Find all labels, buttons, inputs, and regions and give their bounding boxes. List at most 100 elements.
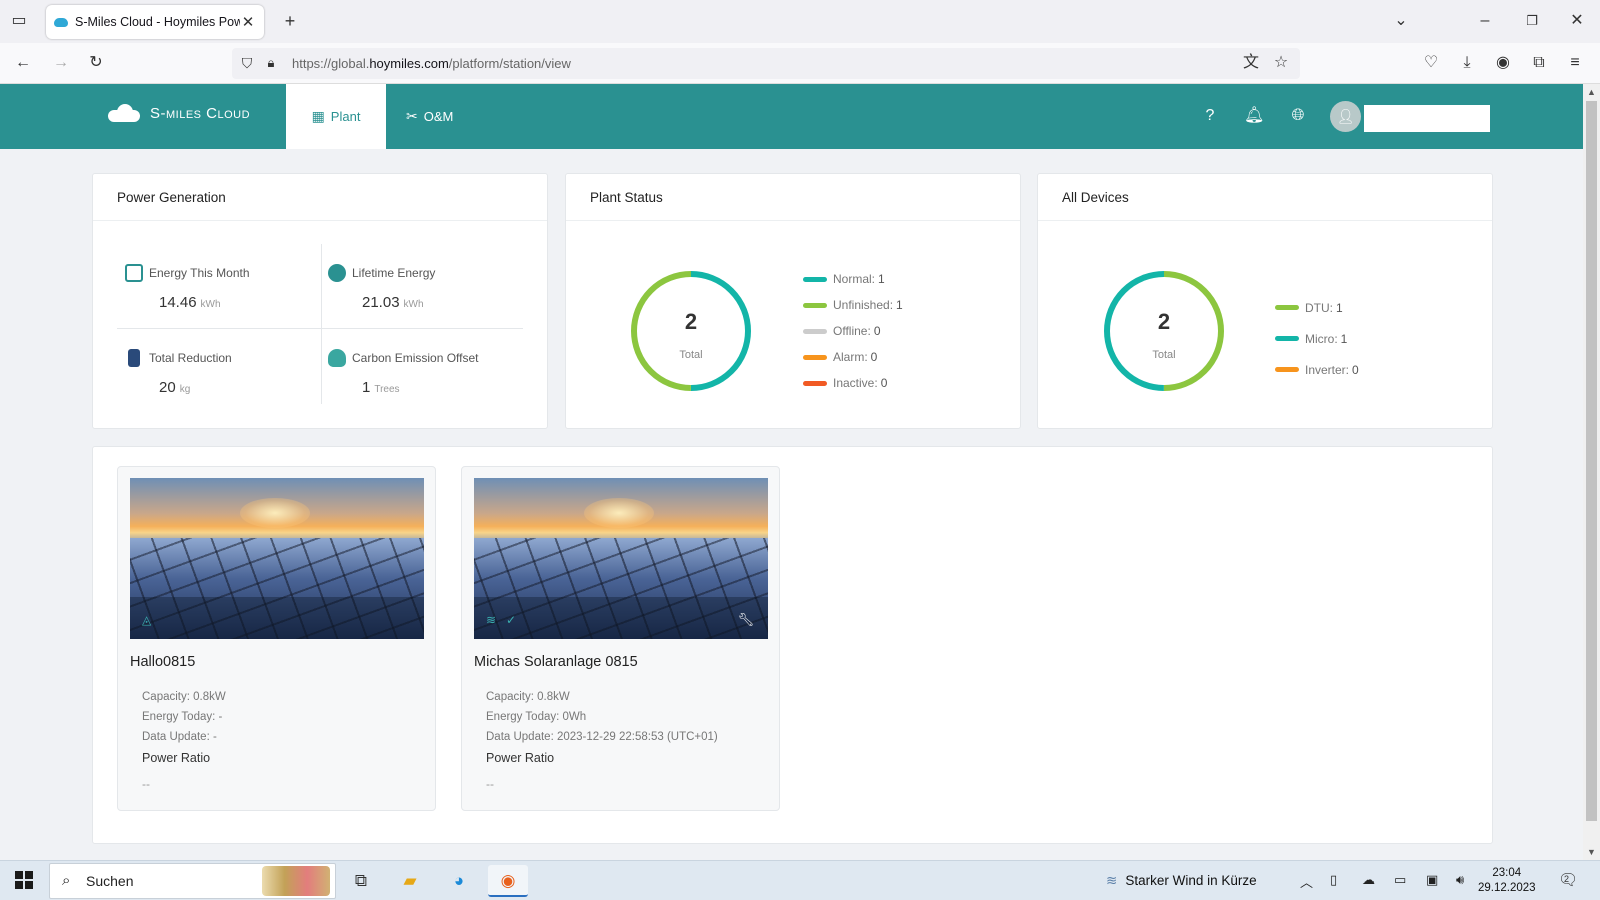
nav-om-label: O&M: [423, 109, 454, 124]
network-icon[interactable]: ▣: [1426, 872, 1438, 888]
legend-value: 0: [870, 350, 878, 364]
total-label: Total: [1152, 349, 1176, 361]
task-view-icon[interactable]: ⧉: [341, 865, 381, 897]
legend-label: Inactive:: [833, 376, 878, 390]
legend-item-inverter: Inverter: 0: [1275, 354, 1359, 385]
scroll-up-icon[interactable]: ▲: [1583, 87, 1600, 97]
power-ratio-label: Power Ratio: [142, 751, 211, 765]
lifetime-energy-stat: Lifetime Energy 21.03 kWh: [328, 264, 435, 311]
taskbar-search[interactable]: ⌕ Suchen: [49, 863, 336, 899]
reload-icon[interactable]: ↻: [85, 52, 107, 74]
nav-plant-tab[interactable]: ▦ Plant: [286, 84, 386, 149]
shield-icon[interactable]: ⛉: [236, 52, 258, 74]
legend-swatch: [803, 354, 827, 360]
file-explorer-icon[interactable]: ▰: [390, 865, 430, 897]
plant-image[interactable]: ◬: [130, 478, 424, 639]
help-icon[interactable]: ?: [1200, 106, 1220, 126]
battery-icon[interactable]: ▭: [1394, 872, 1406, 888]
divider: [321, 244, 322, 404]
clock-time: 23:04: [1492, 867, 1522, 879]
download-icon[interactable]: ⤓: [1456, 52, 1478, 74]
legend-value: 1: [896, 298, 903, 312]
brand-logo[interactable]: S-miles Cloud: [108, 104, 250, 122]
list-all-tabs-icon[interactable]: ⌄: [1390, 10, 1412, 32]
legend-item-inactive: Inactive: 0: [803, 370, 903, 396]
stat-value: 1: [362, 379, 371, 396]
legend-label: Unfinished:: [833, 298, 894, 312]
device-icon[interactable]: ▯: [1330, 872, 1337, 888]
volume-icon[interactable]: 🔊︎: [1456, 872, 1464, 888]
stat-unit: kg: [179, 384, 191, 395]
legend-label: Micro:: [1305, 331, 1338, 346]
scroll-down-icon[interactable]: ▼: [1583, 847, 1600, 857]
firefox-icon[interactable]: ◉: [488, 865, 528, 897]
plant-image[interactable]: ≋ ✓ 🔧︎: [474, 478, 768, 639]
legend-label: Offline:: [833, 324, 871, 338]
legend-item-micro: Micro: 1: [1275, 323, 1359, 354]
plant-status-donut: 2 Total: [629, 269, 753, 393]
scroll-thumb[interactable]: [1586, 101, 1597, 821]
tab-list-icon[interactable]: ▭: [8, 10, 30, 32]
back-icon[interactable]: ←: [12, 52, 34, 74]
page-scrollbar[interactable]: ▲ ▼: [1583, 84, 1600, 860]
lock-icon[interactable]: 🔒︎: [260, 52, 282, 74]
new-tab-icon[interactable]: +: [279, 10, 301, 32]
plant-card[interactable]: ≋ ✓ 🔧︎ Michas Solaranlage 0815 Capacity:…: [461, 466, 780, 811]
calendar-icon: [125, 264, 143, 282]
app-header: S-miles Cloud ▦ Plant ✂ O&M ? 🔔︎ 🌐︎ 👤︎: [0, 84, 1583, 149]
notifications-icon[interactable]: 🗨︎ 2: [1558, 870, 1578, 890]
legend-swatch: [1275, 305, 1299, 310]
nav-om-tab[interactable]: ✂ O&M: [406, 84, 453, 149]
url-field[interactable]: ⛉ 🔒︎ https://global.hoymiles.com/platfor…: [232, 48, 1300, 79]
account-icon[interactable]: ◉: [1492, 52, 1514, 74]
power-ratio-label: Power Ratio: [486, 751, 555, 765]
bell-icon[interactable]: 🔔︎: [1244, 106, 1264, 126]
bookmark-star-icon[interactable]: ☆: [1270, 52, 1292, 74]
wrench-icon[interactable]: 🔧︎: [737, 612, 754, 628]
user-name-box[interactable]: [1364, 105, 1490, 132]
nav-plant-label: Plant: [330, 109, 361, 124]
avatar[interactable]: 👤︎: [1330, 101, 1361, 132]
power-ratio-value: --: [486, 777, 494, 791]
pocket-icon[interactable]: ♡: [1420, 52, 1442, 74]
legend-swatch: [803, 276, 827, 282]
browser-tab[interactable]: S-Miles Cloud - Hoymiles Powe ✕: [46, 5, 264, 39]
plant-card[interactable]: ◬ Hallo0815 Capacity: 0.8kW Energy Today…: [117, 466, 436, 811]
language-globe-icon[interactable]: 🌐︎: [1288, 106, 1308, 126]
stat-value: 21.03: [362, 294, 400, 311]
windows-start-icon[interactable]: [15, 871, 33, 889]
tray-chevron-icon[interactable]: ︿: [1300, 872, 1313, 891]
url-text: https://global.hoymiles.com/platform/sta…: [292, 56, 571, 71]
legend-value: 1: [878, 272, 885, 286]
plant-capacity: Capacity: 0.8kW: [142, 691, 226, 703]
plant-name[interactable]: Hallo0815: [130, 654, 195, 670]
translate-icon[interactable]: 文: [1240, 52, 1262, 74]
stat-value: 14.46: [159, 294, 197, 311]
stat-unit: kWh: [200, 299, 221, 310]
search-icon: ⌕: [62, 872, 71, 889]
power-generation-title: Power Generation: [93, 174, 547, 221]
clock[interactable]: 23:04 29.12.2023: [1478, 866, 1536, 896]
weather-widget[interactable]: ≋ Starker Wind in Kürze: [1106, 873, 1257, 889]
legend-swatch: [803, 380, 827, 386]
plant-energy-today: Energy Today: 0Wh: [486, 711, 587, 723]
menu-icon[interactable]: ≡: [1564, 52, 1586, 74]
restore-icon[interactable]: ❐: [1521, 10, 1543, 32]
close-window-icon[interactable]: ✕: [1566, 10, 1588, 32]
sunset-glow: [584, 498, 654, 528]
check-circle-icon: ✓: [506, 613, 517, 627]
edge-browser-icon[interactable]: ◕: [439, 865, 479, 897]
all-devices-donut: 2 Total: [1102, 269, 1226, 393]
forward-icon[interactable]: →: [50, 52, 72, 74]
minimize-icon[interactable]: –: [1474, 10, 1496, 32]
legend-item-alarm: Alarm: 0: [803, 344, 903, 370]
onedrive-icon[interactable]: ☁: [1362, 872, 1375, 888]
stat-unit: Trees: [374, 384, 400, 395]
stat-label: Lifetime Energy: [352, 266, 436, 280]
plant-name[interactable]: Michas Solaranlage 0815: [474, 654, 638, 670]
total-label: Total: [679, 349, 703, 361]
legend-label: Alarm:: [833, 350, 868, 364]
close-tab-icon[interactable]: ✕: [240, 13, 256, 31]
extensions-icon[interactable]: ⧉: [1528, 52, 1550, 74]
legend-item-normal: Normal: 1: [803, 266, 903, 292]
